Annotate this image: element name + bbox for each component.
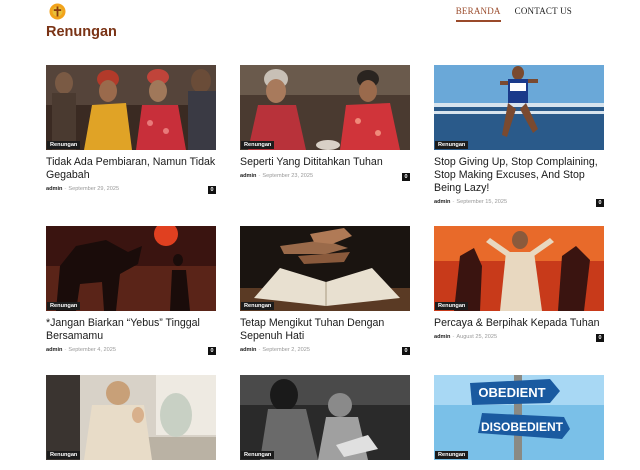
comment-count-badge[interactable]: 0 [596,334,604,342]
category-badge[interactable]: Renungan [47,141,81,149]
post-title[interactable]: Percaya & Berpihak Kepada Tuhan [434,317,604,330]
post-date: September 2, 2025 [262,347,310,353]
post-title[interactable]: Tetap Mengikut Tuhan Dengan Sepenuh Hati [240,317,410,343]
page-title: Renungan [46,24,117,40]
post-card: Renungan Stop Giving Up, Stop Complainin… [434,65,604,208]
main-nav: BERANDA CONTACT US [455,6,640,22]
post-author[interactable]: admin [46,347,62,353]
sign-disobedient-text: DISOBEDIENT [481,420,564,434]
post-thumbnail[interactable]: Renungan [46,375,216,460]
post-meta: admin - September 29, 2025 0 [46,186,216,195]
post-title[interactable]: Stop Giving Up, Stop Complaining, Stop M… [434,156,604,195]
category-badge[interactable]: Renungan [241,141,275,149]
post-thumbnail[interactable]: Renungan [434,226,604,311]
post-card: Renungan [46,375,216,460]
post-author[interactable]: admin [434,334,450,340]
post-card: Renungan Seperti Yang Dititahkan Tuhan a… [240,65,410,182]
post-author[interactable]: admin [46,186,62,192]
comment-count-badge[interactable]: 0 [402,173,410,181]
post-author[interactable]: admin [240,173,256,179]
post-date: September 29, 2025 [68,186,120,192]
post-card: Renungan Percaya & Berpihak Kepada Tuhan… [434,226,604,343]
nav-contact-us[interactable]: CONTACT US [515,6,572,22]
post-date: August 25, 2025 [456,334,498,340]
post-thumbnail[interactable]: Renungan [240,65,410,150]
category-badge[interactable]: Renungan [435,451,469,459]
post-title[interactable]: Tidak Ada Pembiaran, Namun Tidak Gegabah [46,156,216,182]
post-thumbnail[interactable]: OBEDIENT DISOBEDIENT Renungan [434,375,604,460]
meta-separator: - [64,347,67,353]
post-author[interactable]: admin [240,347,256,353]
comment-count-badge[interactable]: 0 [596,199,604,207]
meta-separator: - [258,173,261,179]
category-badge[interactable]: Renungan [435,141,469,149]
site-logo-icon[interactable] [49,3,66,20]
post-date: September 15, 2025 [456,199,508,205]
meta-separator: - [452,199,455,205]
sign-obedient-text: OBEDIENT [478,385,545,400]
meta-separator: - [258,347,261,353]
category-badge[interactable]: Renungan [47,302,81,310]
category-badge[interactable]: Renungan [241,451,275,459]
post-author[interactable]: admin [434,199,450,205]
post-meta: admin - September 4, 2025 0 [46,347,216,356]
post-thumbnail[interactable]: Renungan [46,65,216,150]
post-card: OBEDIENT DISOBEDIENT Renungan [434,375,604,460]
post-meta: admin - September 2, 2025 0 [240,347,410,356]
comment-count-badge[interactable]: 0 [208,347,216,355]
post-thumbnail[interactable]: Renungan [240,375,410,460]
post-date: September 23, 2025 [262,173,314,179]
post-thumbnail[interactable]: Renungan [240,226,410,311]
post-card: Renungan [240,375,410,460]
post-thumbnail[interactable]: Renungan [46,226,216,311]
post-title[interactable]: *Jangan Biarkan “Yebus” Tinggal Bersamam… [46,317,216,343]
post-thumbnail[interactable]: Renungan [434,65,604,150]
category-badge[interactable]: Renungan [435,302,469,310]
meta-separator: - [64,186,67,192]
post-title[interactable]: Seperti Yang Dititahkan Tuhan [240,156,410,169]
post-date: September 4, 2025 [68,347,116,353]
post-card: Renungan *Jangan Biarkan “Yebus” Tinggal… [46,226,216,356]
post-meta: admin - August 25, 2025 0 [434,334,604,343]
comment-count-badge[interactable]: 0 [402,347,410,355]
meta-separator: - [452,334,455,340]
post-card: Renungan Tidak Ada Pembiaran, Namun Tida… [46,65,216,195]
post-meta: admin - September 15, 2025 0 [434,199,604,208]
nav-beranda[interactable]: BERANDA [455,6,501,22]
category-badge[interactable]: Renungan [47,451,81,459]
post-card: Renungan Tetap Mengikut Tuhan Dengan Sep… [240,226,410,356]
comment-count-badge[interactable]: 0 [208,186,216,194]
category-badge[interactable]: Renungan [241,302,275,310]
post-meta: admin - September 23, 2025 0 [240,173,410,182]
